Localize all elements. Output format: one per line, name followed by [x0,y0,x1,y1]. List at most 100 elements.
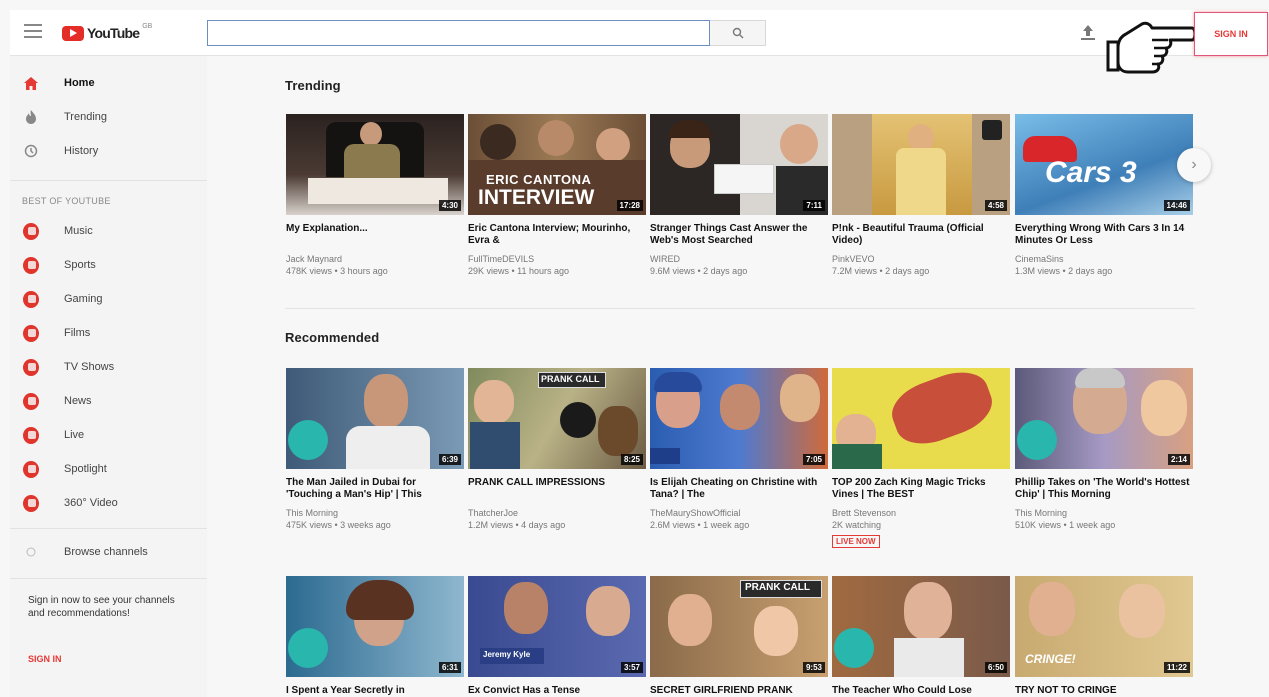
sidebar-item-news[interactable]: News [10,386,207,416]
video-duration: 9:53 [802,662,825,673]
video-channel[interactable]: This Morning [1015,507,1193,519]
video-title[interactable]: The Teacher Who Could Lose [832,685,1010,697]
sidebar-item-spotlight[interactable]: Spotlight [10,454,207,484]
live-icon [23,426,39,444]
video-card[interactable]: 6:39 The Man Jailed in Dubai for 'Touchi… [286,368,464,531]
video-card[interactable]: Cars 3 14:46 Everything Wrong With Cars … [1015,114,1193,277]
video-thumbnail[interactable]: 4:30 [286,114,464,215]
360-video-icon [23,494,39,512]
video-card[interactable]: ERIC CANTONA INTERVIEW 17:28 Eric Canton… [468,114,646,277]
video-thumbnail[interactable]: Jeremy Kyle 3:57 [468,576,646,677]
video-thumbnail[interactable]: ERIC CANTONA INTERVIEW 17:28 [468,114,646,215]
video-title[interactable]: Everything Wrong With Cars 3 In 14 Minut… [1015,223,1193,247]
video-channel[interactable]: FullTimeDEVILS [468,253,646,265]
video-duration: 14:46 [1163,200,1190,211]
video-channel[interactable]: Jack Maynard [286,253,464,265]
sidebar-item-home[interactable]: Home [10,68,207,98]
video-title[interactable]: P!nk - Beautiful Trauma (Official Video) [832,223,1010,247]
video-card[interactable]: CRINGE! 11:22 TRY NOT TO CRINGE [1015,576,1193,697]
gaming-icon [23,290,39,308]
sidebar-item-tv-shows[interactable]: TV Shows [10,352,207,382]
video-card[interactable]: 4:58 P!nk - Beautiful Trauma (Official V… [832,114,1010,277]
video-thumbnail[interactable]: CRINGE! 11:22 [1015,576,1193,677]
sidebar-item-browse-channels[interactable]: Browse channels [10,537,207,567]
thumb-text: Jeremy Kyle [483,650,531,659]
video-title[interactable]: SECRET GIRLFRIEND PRANK [650,685,828,697]
video-duration: 11:22 [1163,662,1190,673]
video-title[interactable]: TRY NOT TO CRINGE [1015,685,1193,697]
video-card[interactable]: 4:30 My Explanation... Jack Maynard 478K… [286,114,464,277]
sidebar-item-label: History [64,145,99,157]
video-thumbnail[interactable]: 6:31 [286,576,464,677]
video-card[interactable]: PRANK CALL 9:53 SECRET GIRLFRIEND PRANK [650,576,828,697]
menu-icon[interactable] [24,24,42,38]
sidebar-item-gaming[interactable]: Gaming [10,284,207,314]
video-card[interactable]: Jeremy Kyle 3:57 Ex Convict Has a Tense [468,576,646,697]
video-meta: 2.6M views • 1 week ago [650,520,750,530]
sidebar-sign-in-link[interactable]: SIGN IN [28,654,62,664]
video-title[interactable]: Phillip Takes on 'The World's Hottest Ch… [1015,477,1193,501]
video-title[interactable]: Ex Convict Has a Tense [468,685,646,697]
search-button[interactable] [710,20,766,46]
shelf-next-button[interactable]: › [1177,148,1211,182]
video-thumbnail[interactable] [832,368,1010,469]
video-thumbnail[interactable]: 4:58 [832,114,1010,215]
search-input[interactable] [207,20,710,46]
video-thumbnail[interactable]: 7:11 [650,114,828,215]
video-thumbnail[interactable]: 6:39 [286,368,464,469]
video-channel[interactable]: TheMauryShowOfficial [650,507,828,519]
sidebar-item-360-video[interactable]: 360° Video [10,488,207,518]
video-title[interactable]: The Man Jailed in Dubai for 'Touching a … [286,477,464,501]
video-card[interactable]: 7:05 Is Elijah Cheating on Christine wit… [650,368,828,531]
video-channel[interactable]: PinkVEVO [832,253,1010,265]
video-card[interactable]: 7:11 Stranger Things Cast Answer the Web… [650,114,828,277]
sign-in-button[interactable]: SIGN IN [1194,12,1268,56]
sidebar-item-music[interactable]: Music [10,216,207,246]
video-meta: 475K views • 3 weeks ago [286,520,391,530]
video-title[interactable]: TOP 200 Zach King Magic Tricks Vines | T… [832,477,1010,501]
logo-text: YouTube [87,25,140,41]
sidebar-item-history[interactable]: History [10,136,207,166]
video-channel[interactable]: ThatcherJoe [468,507,646,519]
clock-icon[interactable] [982,120,1002,140]
video-card[interactable]: 2:14 Phillip Takes on 'The World's Hotte… [1015,368,1193,531]
video-title[interactable]: Stranger Things Cast Answer the Web's Mo… [650,223,828,247]
youtube-logo[interactable]: YouTube GB [62,23,152,42]
thumb-text: PRANK CALL [745,582,810,593]
video-title[interactable]: I Spent a Year Secretly in [286,685,464,697]
video-channel[interactable]: Brett Stevenson [832,507,1010,519]
video-thumbnail[interactable]: PRANK CALL 8:25 [468,368,646,469]
video-card[interactable]: PRANK CALL 8:25 PRANK CALL IMPRESSIONS T… [468,368,646,531]
video-meta: 1.2M views • 4 days ago [468,520,566,530]
video-thumbnail[interactable]: PRANK CALL 9:53 [650,576,828,677]
video-thumbnail[interactable]: 6:50 [832,576,1010,677]
video-thumbnail[interactable]: 7:05 [650,368,828,469]
sidebar-item-sports[interactable]: Sports [10,250,207,280]
thumb-text: PRANK CALL [541,374,600,384]
music-icon [23,222,39,240]
video-thumbnail[interactable]: 2:14 [1015,368,1193,469]
sidebar-item-live[interactable]: Live [10,420,207,450]
video-title[interactable]: My Explanation... [286,223,464,247]
video-channel[interactable]: WIRED [650,253,828,265]
trending-heading: Trending [285,78,341,93]
video-duration: 3:57 [620,662,643,673]
video-meta: 478K views • 3 hours ago [286,266,388,276]
video-card[interactable]: 6:31 I Spent a Year Secretly in [286,576,464,697]
video-channel[interactable]: This Morning [286,507,464,519]
sidebar-item-trending[interactable]: Trending [10,102,207,132]
video-duration: 6:50 [984,662,1007,673]
video-card[interactable]: 6:50 The Teacher Who Could Lose [832,576,1010,697]
history-icon [23,143,39,159]
sidebar-item-label: Home [64,77,95,89]
video-duration: 7:11 [803,200,825,211]
video-title[interactable]: Is Elijah Cheating on Christine with Tan… [650,477,828,501]
sidebar-item-label: Browse channels [64,546,148,558]
video-title[interactable]: Eric Cantona Interview; Mourinho, Evra & [468,223,646,247]
video-channel[interactable]: CinemaSins [1015,253,1193,265]
sidebar-item-films[interactable]: Films [10,318,207,348]
video-title[interactable]: PRANK CALL IMPRESSIONS [468,477,646,501]
upload-icon[interactable] [1080,24,1096,42]
video-card[interactable]: TOP 200 Zach King Magic Tricks Vines | T… [832,368,1010,549]
video-thumbnail[interactable]: Cars 3 14:46 [1015,114,1193,215]
